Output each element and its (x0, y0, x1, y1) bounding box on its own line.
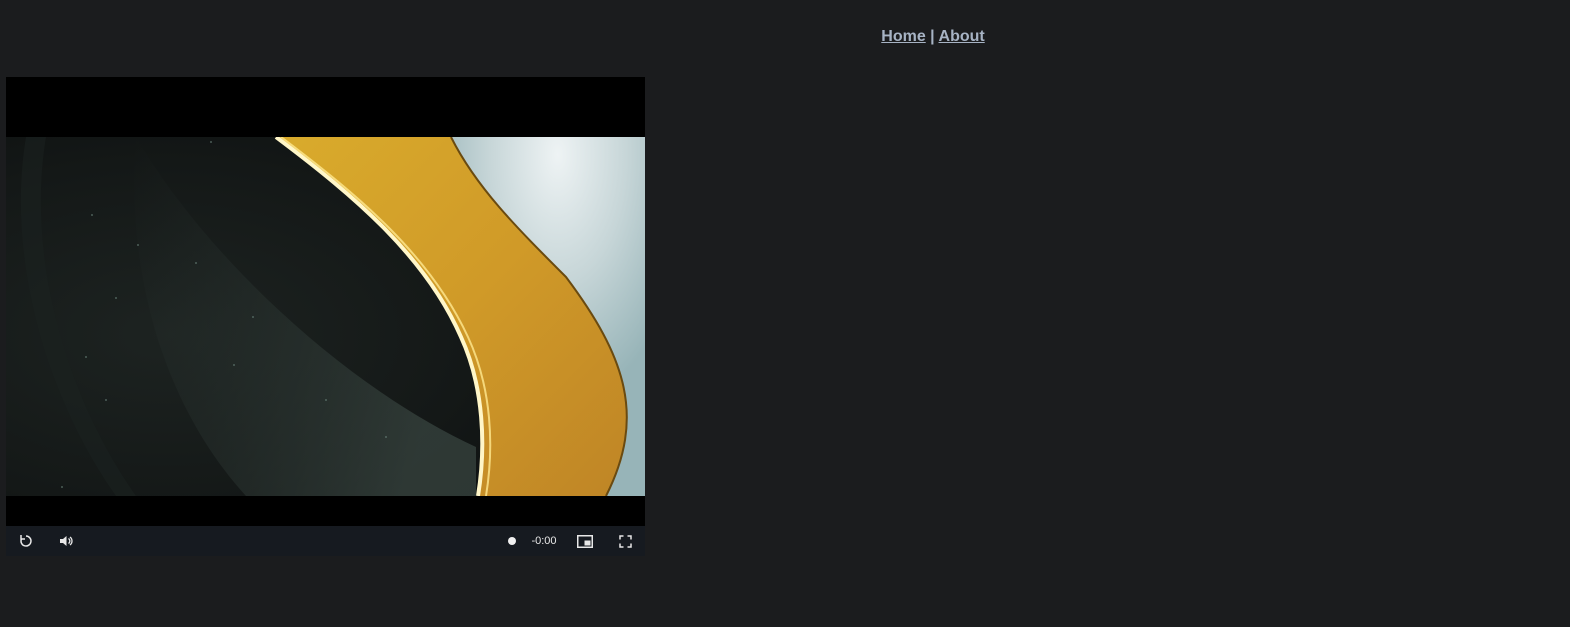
top-nav: Home | About (0, 27, 1570, 47)
remaining-time: -0:00 (531, 535, 557, 547)
replay-button[interactable] (16, 526, 36, 556)
volume-button[interactable] (56, 526, 76, 556)
fullscreen-button[interactable] (616, 526, 634, 556)
video-still-image (6, 137, 645, 496)
fullscreen-icon (618, 534, 632, 548)
player-controls: -0:00 (6, 526, 645, 556)
about-link[interactable]: About (939, 28, 985, 45)
picture-in-picture-button[interactable] (576, 526, 594, 556)
video-player[interactable]: -0:00 (6, 77, 645, 556)
progress-scrubber-handle[interactable] (507, 526, 517, 556)
volume-icon (60, 536, 73, 546)
home-link[interactable]: Home (881, 28, 925, 45)
replay-icon (20, 535, 32, 547)
picture-in-picture-icon (577, 534, 593, 548)
video-frame[interactable] (6, 137, 645, 496)
nav-separator: | (930, 28, 935, 45)
scrubber-dot (508, 537, 516, 545)
